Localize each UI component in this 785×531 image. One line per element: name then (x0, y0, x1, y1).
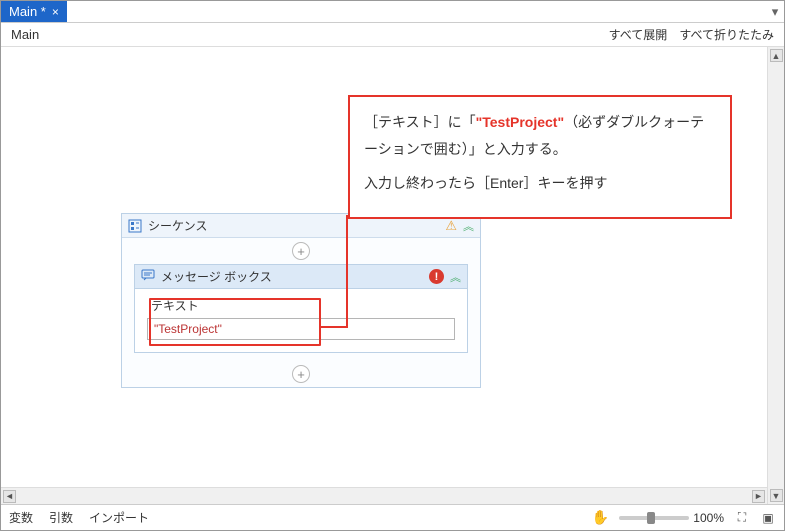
tab-label: Main * (9, 4, 46, 19)
sequence-title: シーケンス (148, 217, 439, 234)
scroll-down-icon[interactable]: ▼ (770, 489, 783, 502)
callout-emphasis: "TestProject" (476, 114, 564, 130)
imports-panel-button[interactable]: インポート (89, 509, 149, 526)
callout-connector-horizontal (321, 326, 348, 328)
warning-icon[interactable]: ⚠ (445, 218, 457, 234)
scroll-up-icon[interactable]: ▲ (770, 49, 783, 62)
add-activity-button[interactable]: + (292, 365, 310, 383)
overview-icon[interactable]: ▣ (760, 510, 776, 526)
variables-panel-button[interactable]: 変数 (9, 509, 33, 526)
messagebox-icon (141, 268, 155, 285)
expand-all-link[interactable]: すべて展開 (609, 26, 668, 43)
callout-line-1: ［テキスト］に「"TestProject"（必ずダブルクォーテーションで囲む）」… (364, 109, 716, 162)
sequence-icon (128, 219, 142, 233)
zoom-value: 100% (693, 511, 724, 525)
sequence-add-bottom: + (122, 361, 480, 387)
tabbar-spacer (67, 1, 766, 22)
instruction-callout: ［テキスト］に「"TestProject"（必ずダブルクォーテーションで囲む）」… (348, 95, 732, 219)
tab-overflow-chevron-icon[interactable]: ▾ (766, 1, 784, 22)
pan-tool-icon[interactable]: ✋ (592, 509, 609, 526)
workflow-title: Main (11, 27, 597, 42)
fit-to-screen-icon[interactable]: ⛶ (734, 510, 750, 526)
zoom-thumb[interactable] (647, 512, 655, 524)
collapse-icon[interactable]: ︽ (450, 269, 461, 285)
editor-window: Main * × ▾ Main すべて展開 すべて折りたたみ ［テキスト］に「"… (0, 0, 785, 531)
designer-canvas[interactable]: ［テキスト］に「"TestProject"（必ずダブルクォーテーションで囲む）」… (1, 47, 767, 487)
vertical-scrollbar[interactable]: ▲ ▼ (767, 47, 784, 504)
callout-connector-vertical (346, 215, 348, 328)
footer-bar: 変数 引数 インポート ✋ 100% ⛶ ▣ (1, 504, 784, 530)
scroll-right-icon[interactable]: ► (752, 490, 765, 503)
tab-bar: Main * × ▾ (1, 1, 784, 23)
callout-line-2: 入力し終わったら［Enter］キーを押す (364, 170, 716, 197)
zoom-slider[interactable] (619, 516, 689, 520)
designer-body: ［テキスト］に「"TestProject"（必ずダブルクォーテーションで囲む）」… (1, 47, 784, 504)
sub-header: Main すべて展開 すべて折りたたみ (1, 23, 784, 47)
collapse-all-link[interactable]: すべて折りたたみ (679, 26, 774, 43)
messagebox-title: メッセージ ボックス (161, 268, 423, 285)
add-activity-button[interactable]: + (292, 242, 310, 260)
messagebox-header[interactable]: メッセージ ボックス ! ︽ (135, 265, 467, 289)
collapse-icon[interactable]: ︽ (463, 218, 474, 234)
zoom-control[interactable]: 100% (619, 511, 724, 525)
error-icon[interactable]: ! (429, 269, 444, 284)
tab-main[interactable]: Main * × (1, 1, 67, 22)
sequence-add-top: + (122, 238, 480, 264)
scroll-left-icon[interactable]: ◄ (3, 490, 16, 503)
arguments-panel-button[interactable]: 引数 (49, 509, 73, 526)
callout-target-outline (149, 298, 321, 346)
horizontal-scrollbar[interactable]: ◄ ► (1, 487, 767, 504)
close-icon[interactable]: × (52, 5, 59, 19)
